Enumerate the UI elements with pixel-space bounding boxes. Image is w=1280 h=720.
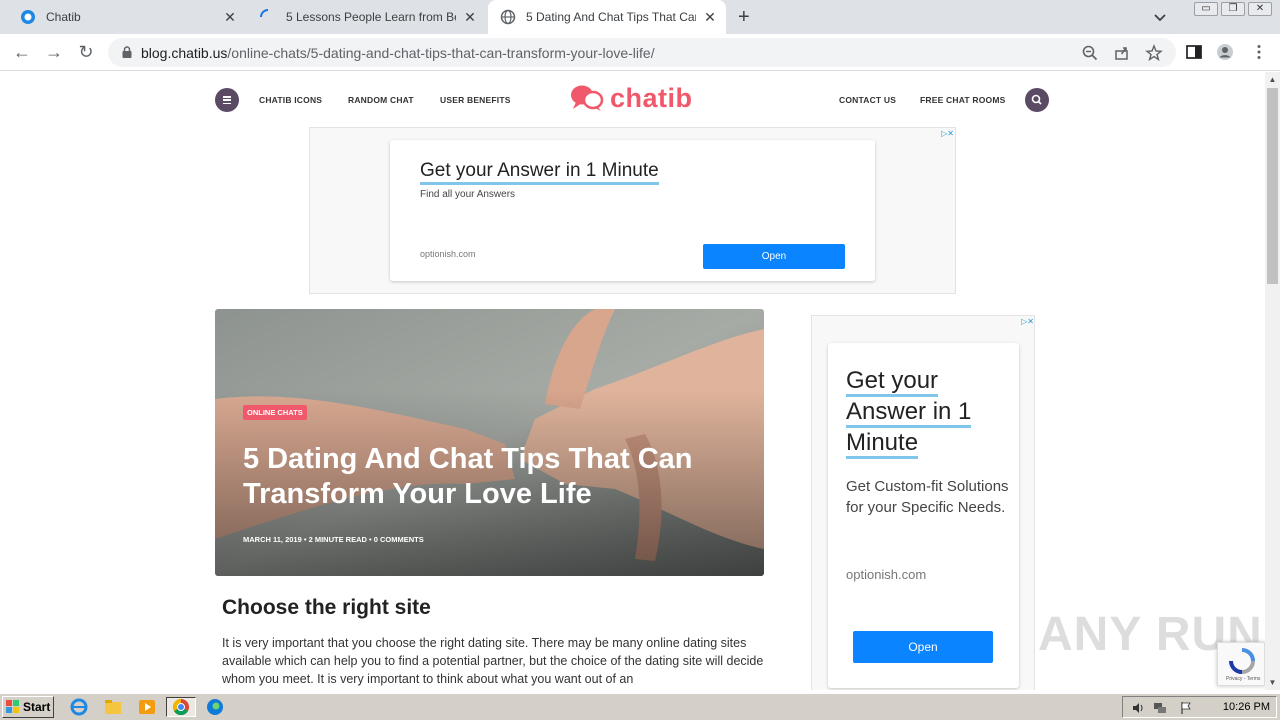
ad-subtext: Get Custom-fit Solutions for your Specif… bbox=[846, 478, 1009, 516]
forward-arrow-icon[interactable]: → bbox=[44, 42, 64, 62]
close-tab-icon[interactable]: ✕ bbox=[222, 9, 238, 25]
close-window-button[interactable]: ✕ bbox=[1248, 2, 1272, 16]
sidebar-advertisement[interactable]: ▷✕ Get your Answer in 1 Minute Get Custo… bbox=[811, 315, 1035, 690]
category-badge[interactable]: ONLINE CHATS bbox=[243, 405, 307, 420]
profile-avatar-icon[interactable] bbox=[1216, 43, 1234, 61]
new-tab-button[interactable]: + bbox=[738, 7, 750, 27]
recaptcha-links[interactable]: Privacy - Terms bbox=[1226, 676, 1260, 682]
site-logo[interactable]: chatib bbox=[570, 82, 693, 114]
ad-domain: optionish.com bbox=[420, 249, 476, 259]
article-paragraph: It is very important that you choose the… bbox=[222, 636, 764, 686]
bookmark-star-icon[interactable] bbox=[1145, 44, 1163, 62]
nav-free-chat-rooms[interactable]: FREE CHAT ROOMS bbox=[920, 95, 1005, 105]
windows-logo-icon bbox=[6, 700, 19, 713]
volume-icon[interactable] bbox=[1131, 701, 1145, 715]
browser-toolbar: ← → ↻ blog.chatib.us/online-chats/5-dati… bbox=[0, 34, 1280, 71]
ad-card[interactable]: Get your Answer in 1 Minute Get Custom-f… bbox=[828, 343, 1019, 688]
chat-bubbles-icon bbox=[571, 85, 604, 111]
ad-open-button[interactable]: Open bbox=[703, 244, 845, 269]
windows-taskbar: Start 10:26 PM bbox=[0, 693, 1280, 720]
url-host: blog.chatib.us bbox=[141, 45, 228, 61]
adchoices-icon[interactable]: ▷✕ bbox=[1014, 317, 1034, 327]
reload-icon[interactable]: ↻ bbox=[76, 42, 96, 62]
kebab-menu-icon[interactable] bbox=[1250, 43, 1268, 61]
edge-icon[interactable] bbox=[204, 697, 226, 717]
close-tab-icon[interactable]: ✕ bbox=[702, 9, 718, 25]
nav-random-chat[interactable]: RANDOM CHAT bbox=[348, 95, 414, 105]
tab-dating-tips[interactable]: 5 Dating And Chat Tips That Can Tra ✕ bbox=[488, 0, 726, 34]
top-advertisement[interactable]: ▷✕ Get your Answer in 1 Minute Find all … bbox=[309, 127, 956, 294]
address-bar[interactable]: blog.chatib.us/online-chats/5-dating-and… bbox=[108, 38, 1176, 67]
article-section-heading: Choose the right site bbox=[222, 596, 431, 619]
chrome-taskbar-button[interactable] bbox=[166, 697, 196, 717]
recaptcha-badge[interactable]: Privacy - Terms bbox=[1217, 642, 1265, 686]
side-panel-icon[interactable] bbox=[1185, 43, 1203, 61]
internet-explorer-icon[interactable] bbox=[68, 697, 90, 717]
flag-icon[interactable] bbox=[1179, 701, 1193, 715]
article-meta: MARCH 11, 2019 • 2 MINUTE READ • 0 COMME… bbox=[243, 535, 424, 544]
globe-icon bbox=[500, 9, 516, 25]
web-page: CHATIB ICONS RANDOM CHAT USER BENEFITS c… bbox=[0, 72, 1265, 690]
back-arrow-icon[interactable]: ← bbox=[12, 42, 32, 62]
loading-spinner-icon bbox=[260, 9, 269, 18]
adchoices-icon[interactable]: ▷✕ bbox=[934, 129, 954, 139]
restore-button[interactable]: ❐ bbox=[1221, 2, 1245, 16]
nav-user-benefits[interactable]: USER BENEFITS bbox=[440, 95, 511, 105]
media-player-icon[interactable] bbox=[136, 697, 158, 717]
search-icon bbox=[1031, 94, 1042, 105]
url-path: /online-chats/5-dating-and-chat-tips-tha… bbox=[227, 45, 655, 61]
nav-chatib-icons[interactable]: CHATIB ICONS bbox=[259, 95, 322, 105]
edge-favicon-icon bbox=[21, 10, 35, 24]
system-tray: 10:26 PM bbox=[1122, 696, 1277, 718]
ad-open-button[interactable]: Open bbox=[853, 631, 993, 663]
scroll-down-icon[interactable]: ▼ bbox=[1268, 678, 1277, 687]
share-icon[interactable] bbox=[1113, 44, 1131, 62]
chrome-icon bbox=[172, 698, 189, 716]
folder-icon[interactable] bbox=[102, 697, 124, 717]
menu-icon[interactable] bbox=[215, 88, 239, 112]
tab-title: 5 Lessons People Learn from Being in bbox=[286, 10, 456, 24]
zoom-icon[interactable] bbox=[1081, 44, 1099, 62]
clock[interactable]: 10:26 PM bbox=[1223, 701, 1270, 713]
lock-icon[interactable] bbox=[120, 45, 134, 59]
ad-headline[interactable]: Get your Answer in 1 Minute bbox=[846, 365, 972, 459]
article-title[interactable]: 5 Dating And Chat Tips That Can Transfor… bbox=[243, 442, 743, 512]
close-tab-icon[interactable]: ✕ bbox=[462, 9, 478, 25]
scroll-thumb[interactable] bbox=[1267, 88, 1278, 284]
scroll-up-icon[interactable]: ▲ bbox=[1268, 75, 1277, 84]
ad-subtext: Find all your Answers bbox=[420, 189, 516, 200]
tab-lessons[interactable]: 5 Lessons People Learn from Being in ✕ bbox=[248, 0, 486, 34]
page-scrollbar[interactable]: ▲ ▼ bbox=[1265, 72, 1280, 690]
tab-title: 5 Dating And Chat Tips That Can Tra bbox=[526, 10, 696, 24]
tab-title: Chatib bbox=[46, 10, 81, 24]
article-hero[interactable]: ONLINE CHATS 5 Dating And Chat Tips That… bbox=[215, 309, 764, 576]
nav-contact-us[interactable]: CONTACT US bbox=[839, 95, 896, 105]
network-icon[interactable] bbox=[1153, 701, 1167, 715]
recaptcha-icon bbox=[1229, 648, 1255, 674]
search-button[interactable] bbox=[1025, 88, 1049, 112]
minimize-button[interactable]: ▭ bbox=[1194, 2, 1218, 16]
logo-text: chatib bbox=[610, 82, 693, 113]
ad-card[interactable]: Get your Answer in 1 Minute Find all you… bbox=[390, 140, 875, 281]
tab-chatib[interactable]: Chatib ✕ bbox=[8, 0, 246, 34]
ad-domain: optionish.com bbox=[846, 567, 927, 582]
ad-headline[interactable]: Get your Answer in 1 Minute bbox=[420, 160, 659, 185]
chevron-down-icon[interactable] bbox=[1152, 9, 1168, 25]
tab-strip: Chatib ✕ 5 Lessons People Learn from Bei… bbox=[0, 0, 1280, 34]
start-button[interactable]: Start bbox=[2, 696, 54, 718]
